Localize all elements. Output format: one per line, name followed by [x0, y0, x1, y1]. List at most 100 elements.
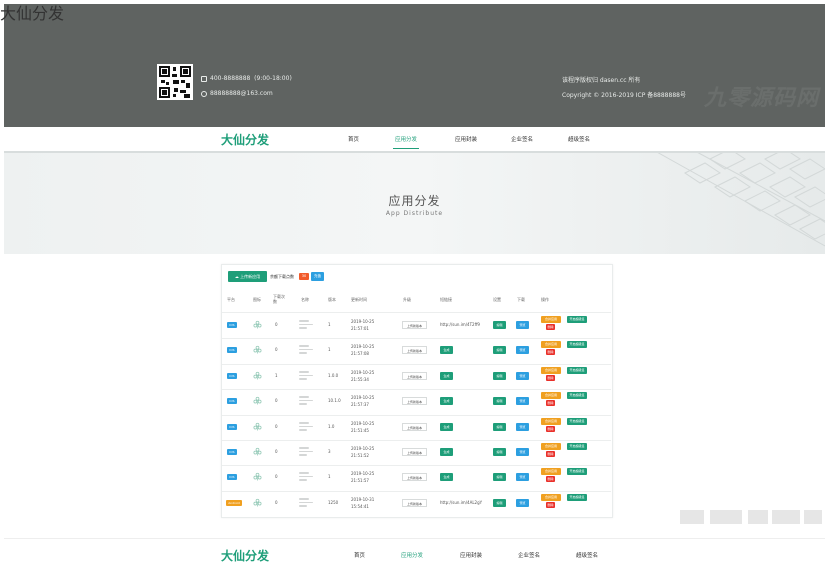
app-version: 10.1.0: [328, 398, 341, 403]
bottom-nav-item-distribute[interactable]: 应用分发: [401, 551, 423, 559]
super-sign-button[interactable]: 开启超级签: [567, 443, 587, 450]
merge-app-button[interactable]: 合并应用: [541, 316, 561, 323]
preview-button[interactable]: 预览: [516, 321, 529, 329]
bottom-nav-item-enterprise-sign[interactable]: 企业签名: [518, 551, 540, 559]
platform-badge: IOS: [227, 373, 237, 379]
platform-badge: IOS: [227, 474, 237, 480]
edit-button[interactable]: 编辑: [493, 448, 506, 456]
generate-link-button[interactable]: 生成: [440, 397, 453, 405]
delete-button[interactable]: 删除: [546, 451, 555, 457]
platform-badge: IOS: [227, 322, 237, 328]
download-count: 0: [275, 500, 278, 505]
bottom-nav-item-package[interactable]: 应用封装: [460, 551, 482, 559]
nav-item-enterprise-sign[interactable]: 企业签名: [511, 135, 533, 143]
edit-button[interactable]: 编辑: [493, 499, 506, 507]
delete-button[interactable]: 删除: [546, 476, 555, 482]
preview-button[interactable]: 预览: [516, 423, 529, 431]
upload-app-button[interactable]: ☁ 上传新应用: [228, 271, 267, 282]
nav-item-distribute[interactable]: 应用分发: [395, 135, 417, 143]
bottom-nav-logo[interactable]: 大仙分发: [221, 547, 269, 564]
table-header-divider: [222, 312, 611, 313]
delete-button[interactable]: 删除: [546, 502, 555, 508]
delete-button[interactable]: 删除: [546, 426, 555, 432]
super-sign-button[interactable]: 开启超级签: [567, 418, 587, 425]
super-sign-button[interactable]: 开启超级签: [567, 392, 587, 399]
download-count: 0: [275, 449, 278, 454]
th-actions: 操作: [541, 297, 549, 302]
preview-button[interactable]: 预览: [516, 499, 529, 507]
update-date: 2019-10-25: [351, 421, 375, 426]
preview-button[interactable]: 预览: [516, 473, 529, 481]
edit-button[interactable]: 编辑: [493, 346, 506, 354]
edit-button[interactable]: 编辑: [493, 321, 506, 329]
short-link[interactable]: http://sun.im/4T2ff9: [440, 322, 480, 327]
upload-new-version-button[interactable]: 上传新版本: [402, 499, 427, 507]
th-download: 下载: [517, 297, 525, 302]
upload-new-version-button[interactable]: 上传新版本: [402, 321, 427, 329]
preview-button[interactable]: 预览: [516, 448, 529, 456]
upload-new-version-button[interactable]: 上传新版本: [402, 473, 427, 481]
th-upgrade: 升级: [403, 297, 411, 302]
preview-button[interactable]: 预览: [516, 397, 529, 405]
bottom-nav-item-home[interactable]: 首页: [354, 551, 365, 559]
footer-brand: 大仙分发: [0, 4, 65, 23]
update-date: 2019-10-25: [351, 370, 375, 375]
delete-button[interactable]: 删除: [546, 375, 555, 381]
th-updated: 更新时间: [351, 297, 367, 302]
update-time: 21:51:52: [351, 453, 369, 458]
super-sign-button[interactable]: 开启超级签: [567, 316, 587, 323]
upload-new-version-button[interactable]: 上传新版本: [402, 423, 427, 431]
generate-link-button[interactable]: 生成: [440, 448, 453, 456]
merge-app-button[interactable]: 合并应用: [541, 341, 561, 348]
edit-button[interactable]: 编辑: [493, 397, 506, 405]
edit-button[interactable]: 编辑: [493, 372, 506, 380]
th-version: 版本: [328, 297, 336, 302]
delete-button[interactable]: 删除: [546, 349, 555, 355]
row-divider: [222, 415, 611, 416]
nav-logo[interactable]: 大仙分发: [221, 131, 269, 148]
edit-button[interactable]: 编辑: [493, 473, 506, 481]
th-shortlink: 短链接: [440, 297, 452, 302]
super-sign-button[interactable]: 开启超级签: [567, 468, 587, 475]
upload-new-version-button[interactable]: 上传新版本: [402, 346, 427, 354]
merge-app-button[interactable]: 合并应用: [541, 418, 561, 425]
download-count: 1: [275, 373, 278, 378]
merge-app-button[interactable]: 合并应用: [541, 494, 561, 501]
mail-icon: [201, 90, 207, 97]
upload-new-version-button[interactable]: 上传新版本: [402, 372, 427, 380]
row-divider: [222, 440, 611, 441]
merge-app-button[interactable]: 合并应用: [541, 443, 561, 450]
app-version: 1.0: [328, 424, 335, 429]
nav-item-package[interactable]: 应用封装: [455, 135, 477, 143]
generate-link-button[interactable]: 生成: [440, 346, 453, 354]
merge-app-button[interactable]: 合并应用: [541, 392, 561, 399]
download-count: 0: [275, 474, 278, 479]
nav-item-home[interactable]: 首页: [348, 135, 359, 143]
super-sign-button[interactable]: 开启超级签: [567, 341, 587, 348]
qr-code: [157, 64, 193, 100]
footer-email: 88888888@163.com: [201, 90, 273, 97]
generate-link-button[interactable]: 生成: [440, 473, 453, 481]
delete-button[interactable]: 删除: [546, 324, 555, 330]
generate-link-button[interactable]: 生成: [440, 372, 453, 380]
super-sign-button[interactable]: 开启超级签: [567, 367, 587, 374]
upload-new-version-button[interactable]: 上传新版本: [402, 448, 427, 456]
phone-icon: [201, 75, 207, 82]
merge-app-button[interactable]: 合并应用: [541, 367, 561, 374]
recharge-button[interactable]: 充值: [311, 272, 324, 281]
preview-button[interactable]: 预览: [516, 372, 529, 380]
th-icon: 图标: [253, 297, 261, 302]
platform-badge: IOS: [227, 424, 237, 430]
merge-app-button[interactable]: 合并应用: [541, 468, 561, 475]
bottom-nav-item-super-sign[interactable]: 超级签名: [576, 551, 598, 559]
app-name-blurred: [299, 447, 313, 457]
upload-new-version-button[interactable]: 上传新版本: [402, 397, 427, 405]
generate-link-button[interactable]: 生成: [440, 423, 453, 431]
nav-item-super-sign[interactable]: 超级签名: [568, 135, 590, 143]
short-link[interactable]: http://sun.im/4AL2gY: [440, 500, 482, 505]
edit-button[interactable]: 编辑: [493, 423, 506, 431]
delete-button[interactable]: 删除: [546, 400, 555, 406]
preview-button[interactable]: 预览: [516, 346, 529, 354]
super-sign-button[interactable]: 开启超级签: [567, 494, 587, 501]
update-date: 2019-10-25: [351, 395, 375, 400]
